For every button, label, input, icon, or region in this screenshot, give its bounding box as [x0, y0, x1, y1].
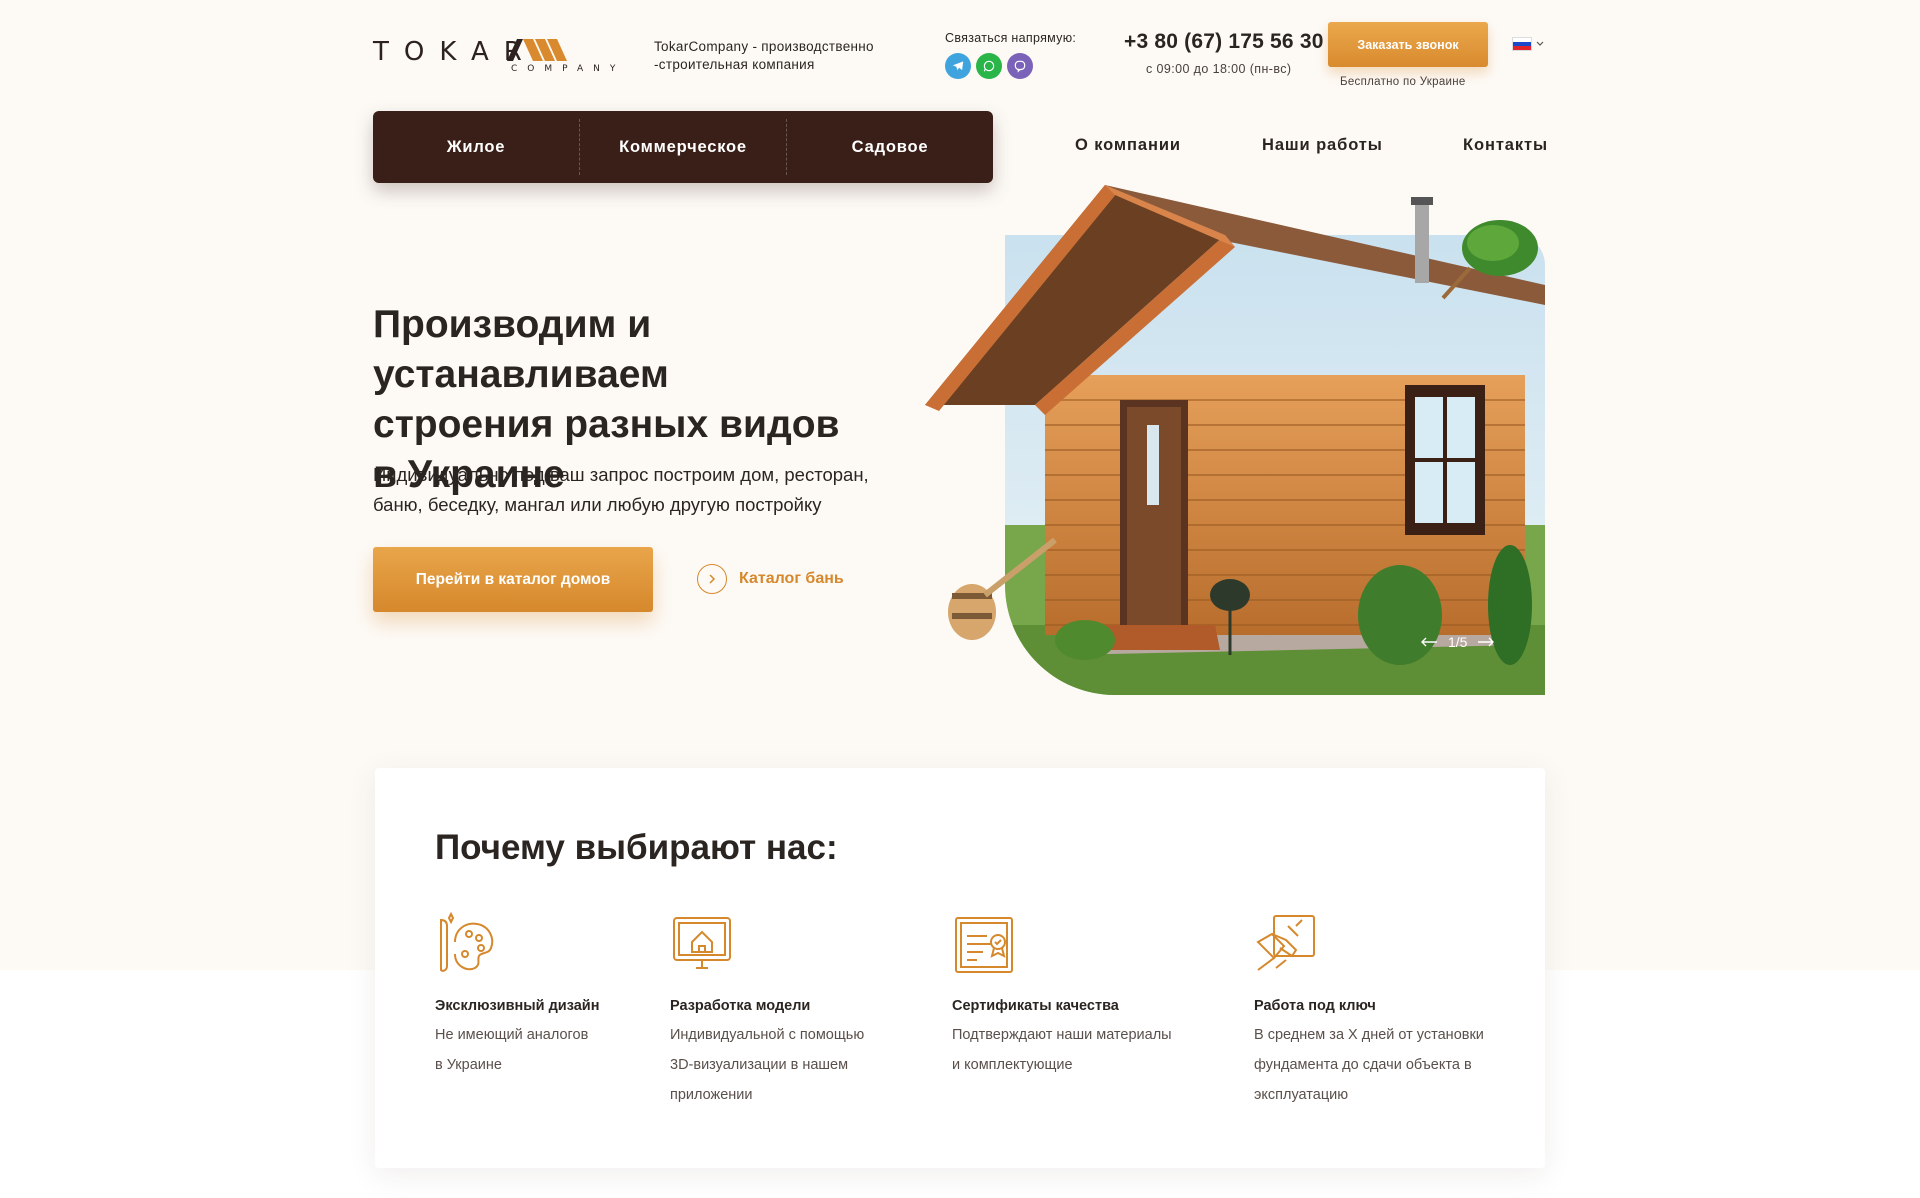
- logo-subtitle: COMPANY: [511, 64, 626, 74]
- nav-commercial[interactable]: Коммерческое: [579, 119, 786, 175]
- category-nav: Жилое Коммерческое Садовое: [373, 111, 993, 183]
- sauna-catalog-label: Каталог бань: [739, 570, 844, 587]
- nav-residential[interactable]: Жилое: [373, 119, 579, 175]
- hero-subtitle: Индивидуально под ваш запрос построим до…: [373, 464, 869, 515]
- feature-exclusive-design: Эксклюзивный дизайн Не имеющий аналогов …: [435, 912, 599, 1080]
- arrow-left-icon[interactable]: [1420, 634, 1438, 650]
- russia-flag-icon: [1512, 37, 1532, 51]
- slide-counter: 1/5: [1448, 634, 1468, 650]
- feature-title: Сертификаты качества: [952, 998, 1119, 1014]
- chevron-down-icon: [1536, 41, 1544, 46]
- logo-stripes-icon: [507, 39, 567, 61]
- certificate-icon: [955, 917, 1013, 973]
- feature-description: Не имеющий аналогов в Украине: [435, 1027, 589, 1073]
- feature-title: Работа под ключ: [1254, 998, 1376, 1014]
- logo[interactable]: TOKAR COMPANY: [373, 37, 625, 77]
- why-title: Почему выбирают нас:: [435, 828, 838, 867]
- why-choose-us-card: Почему выбирают нас: Эксклюзивный дизайн…: [375, 768, 1545, 1168]
- palette-icon: [440, 912, 494, 972]
- working-hours: с 09:00 до 18:00 (пн-вс): [1146, 62, 1292, 76]
- house-catalog-button[interactable]: Перейти в каталог домов: [373, 547, 653, 612]
- slider-controls: 1/5: [1420, 634, 1495, 650]
- telegram-icon[interactable]: [945, 53, 971, 79]
- viber-icon[interactable]: [1007, 53, 1033, 79]
- language-selector[interactable]: [1512, 37, 1544, 51]
- chevron-right-icon: [697, 564, 727, 594]
- nav-contacts[interactable]: Контакты: [1463, 136, 1548, 155]
- contact-label: Связаться напрямую:: [945, 31, 1077, 45]
- call-note: Бесплатно по Украине: [1340, 76, 1466, 88]
- whatsapp-icon[interactable]: [976, 53, 1002, 79]
- feature-turnkey: Работа под ключ В среднем за Х дней от у…: [1254, 912, 1484, 1110]
- arrow-right-icon[interactable]: [1477, 634, 1495, 650]
- feature-title: Эксклюзивный дизайн: [435, 998, 600, 1014]
- feature-quality-certificates: Сертификаты качества Подтверждают наши м…: [952, 912, 1172, 1080]
- order-call-button[interactable]: Заказать звонок: [1328, 22, 1488, 67]
- hero-sauna-image: [925, 185, 1545, 695]
- feature-model-development: Разработка модели Индивидуальной с помощ…: [670, 912, 864, 1110]
- feature-description: В среднем за Х дней от установки фундаме…: [1254, 1027, 1484, 1103]
- nav-our-works[interactable]: Наши работы: [1262, 136, 1383, 155]
- company-tagline: TokarCompany - производственно -строител…: [654, 39, 874, 72]
- feature-description: Индивидуальной с помощью 3D-визуализации…: [670, 1027, 865, 1103]
- sauna-catalog-link[interactable]: Каталог бань: [697, 564, 844, 594]
- nav-garden[interactable]: Садовое: [786, 119, 993, 175]
- nav-about[interactable]: О компании: [1075, 136, 1181, 155]
- messenger-links: [945, 53, 1033, 79]
- feature-description: Подтверждают наши материалы и комплектую…: [952, 1027, 1172, 1073]
- feature-title: Разработка модели: [670, 998, 811, 1014]
- phone-number[interactable]: +3 80 (67) 175 56 30: [1124, 30, 1324, 54]
- turnkey-handshake-icon: [1256, 915, 1315, 971]
- 3d-model-monitor-icon: [673, 917, 731, 969]
